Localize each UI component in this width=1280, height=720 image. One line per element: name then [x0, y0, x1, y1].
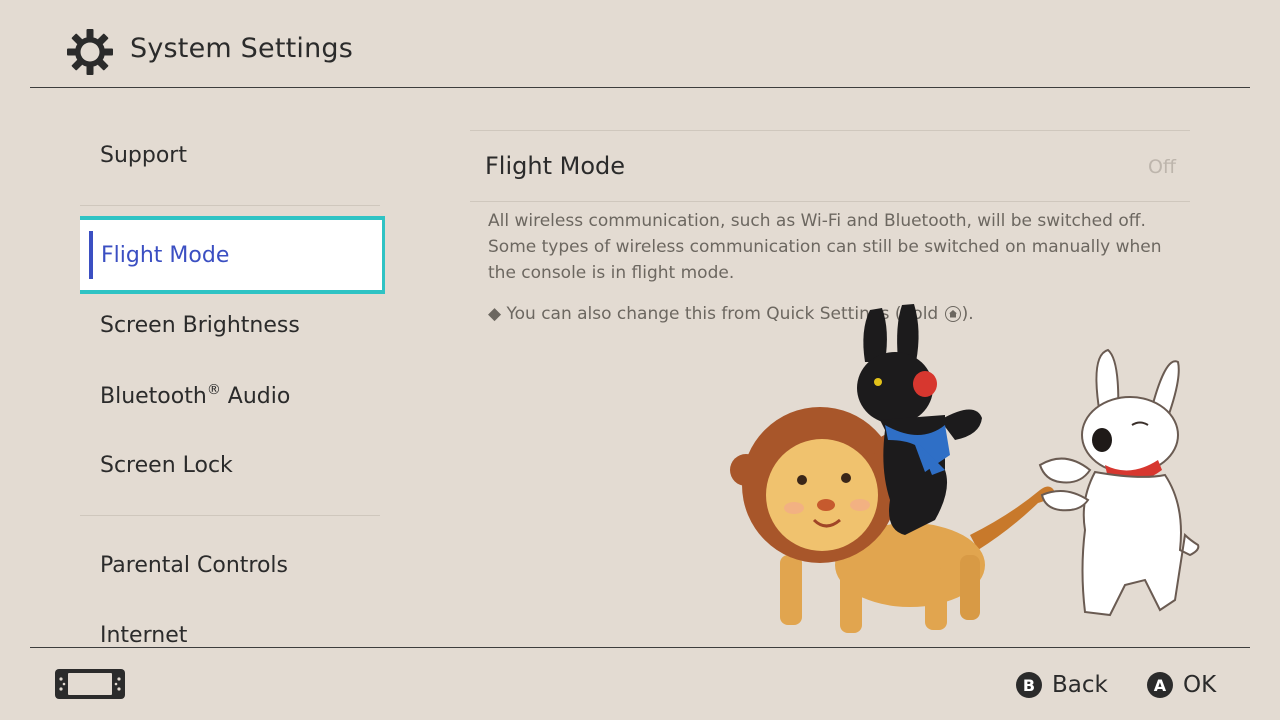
sidebar-item-support[interactable]: Support	[80, 120, 380, 190]
flight-mode-setting-row[interactable]: Flight Mode Off	[470, 131, 1190, 201]
b-button-icon: B	[1016, 672, 1042, 698]
setting-title: Flight Mode	[485, 152, 626, 180]
sidebar-item-screen-lock[interactable]: Screen Lock	[80, 430, 380, 500]
sidebar-item-parental-controls[interactable]: Parental Controls	[80, 530, 380, 600]
header-divider	[30, 87, 1250, 88]
sidebar-item-label: Screen Brightness	[100, 312, 300, 338]
sidebar-item-bluetooth-audio[interactable]: Bluetooth® Audio	[80, 360, 380, 430]
sidebar-item-label: Support	[100, 142, 187, 168]
sidebar-item-label: Internet	[100, 622, 188, 648]
ok-button[interactable]: A OK	[1147, 668, 1216, 702]
a-button-icon: A	[1147, 672, 1173, 698]
diamond-bullet-icon: ◆	[488, 304, 502, 324]
sidebar-item-internet[interactable]: Internet	[80, 600, 380, 648]
sidebar-item-label: Bluetooth® Audio	[100, 381, 291, 409]
sidebar: Support Flight Mode Screen Brightness Bl…	[80, 115, 385, 647]
setting-description: All wireless communication, such as Wi-F…	[488, 211, 1162, 283]
page-title: System Settings	[130, 33, 354, 64]
sidebar-item-label: Parental Controls	[100, 552, 288, 578]
sidebar-item-flight-mode[interactable]: Flight Mode	[80, 216, 385, 294]
handheld-console-icon	[55, 669, 125, 699]
selection-indicator	[89, 231, 93, 279]
sidebar-divider	[80, 515, 380, 516]
setting-value: Off	[1147, 156, 1176, 178]
sidebar-item-screen-brightness[interactable]: Screen Brightness	[80, 290, 380, 360]
sidebar-divider	[80, 205, 380, 206]
header: System Settings	[0, 0, 1280, 88]
back-button[interactable]: B Back	[1016, 668, 1108, 702]
illustration-image	[730, 304, 1200, 633]
gear-icon	[67, 29, 113, 75]
back-button-label: Back	[1052, 672, 1108, 698]
sidebar-item-label: Screen Lock	[100, 452, 233, 478]
ok-button-label: OK	[1183, 672, 1217, 698]
sidebar-item-label: Flight Mode	[101, 242, 230, 268]
footer-divider	[30, 647, 1250, 648]
detail-divider	[470, 201, 1190, 202]
